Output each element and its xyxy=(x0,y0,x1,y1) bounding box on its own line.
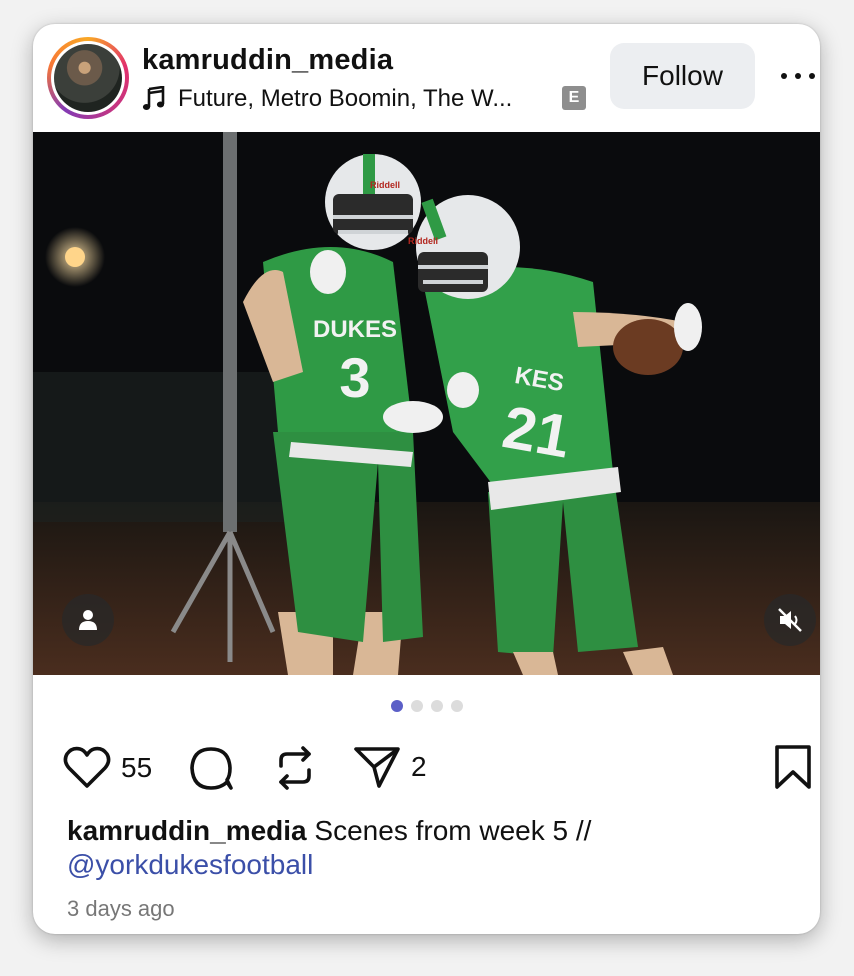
helmet-brand-left: Riddell xyxy=(370,180,400,190)
follow-button[interactable]: Follow xyxy=(610,43,755,109)
comment-group[interactable] xyxy=(187,744,235,792)
share-group: 2 xyxy=(353,744,427,790)
jersey-number-left: 3 xyxy=(339,346,370,409)
post-timestamp: 3 days ago xyxy=(67,896,175,921)
repost-group[interactable] xyxy=(273,744,317,792)
helmet-brand-right: Riddell xyxy=(408,236,438,246)
like-count[interactable]: 55 xyxy=(121,752,152,784)
action-bar: 55 2 xyxy=(33,736,820,796)
heart-icon[interactable] xyxy=(63,746,111,790)
send-icon[interactable] xyxy=(353,744,401,790)
explicit-badge: E xyxy=(562,86,586,110)
like-group: 55 xyxy=(63,746,152,790)
jersey-text-left: DUKES xyxy=(313,316,397,343)
mute-button[interactable] xyxy=(764,594,816,646)
music-info[interactable]: Future, Metro Boomin, The W... xyxy=(142,84,512,114)
repost-icon[interactable] xyxy=(273,744,317,792)
more-dots-icon[interactable] xyxy=(781,64,815,88)
post-card: kamruddin_media Future, Metro Boomin, Th… xyxy=(33,24,820,934)
post-username[interactable]: kamruddin_media xyxy=(142,44,393,77)
music-label: Future, Metro Boomin, The W... xyxy=(178,85,513,112)
carousel-indicator xyxy=(33,700,820,712)
avatar-story-ring[interactable] xyxy=(47,37,129,119)
music-note-icon xyxy=(142,86,165,110)
carousel-dot xyxy=(410,700,423,712)
save-group[interactable] xyxy=(773,744,813,790)
caption-username[interactable]: kamruddin_media xyxy=(67,815,307,846)
jersey-number-right: 21 xyxy=(498,393,575,471)
bookmark-icon[interactable] xyxy=(773,744,813,790)
comment-icon[interactable] xyxy=(187,744,235,792)
person-icon xyxy=(79,610,97,630)
carousel-dot xyxy=(450,700,463,712)
avatar xyxy=(54,44,122,112)
caption-text: Scenes from week 5 // xyxy=(306,815,592,846)
carousel-dot xyxy=(390,700,403,712)
football-players-photo: DUKES 3 Riddell KES 21 Riddell xyxy=(33,132,820,675)
caption-mention[interactable]: @yorkdukesfootball xyxy=(67,848,787,882)
tagged-people-button[interactable] xyxy=(62,594,114,646)
carousel-dot xyxy=(430,700,443,712)
share-count[interactable]: 2 xyxy=(411,751,427,783)
post-caption: kamruddin_media Scenes from week 5 //@yo… xyxy=(67,814,787,882)
speaker-muted-icon xyxy=(778,608,802,632)
post-photo[interactable]: DUKES 3 Riddell KES 21 Riddell xyxy=(33,132,820,675)
